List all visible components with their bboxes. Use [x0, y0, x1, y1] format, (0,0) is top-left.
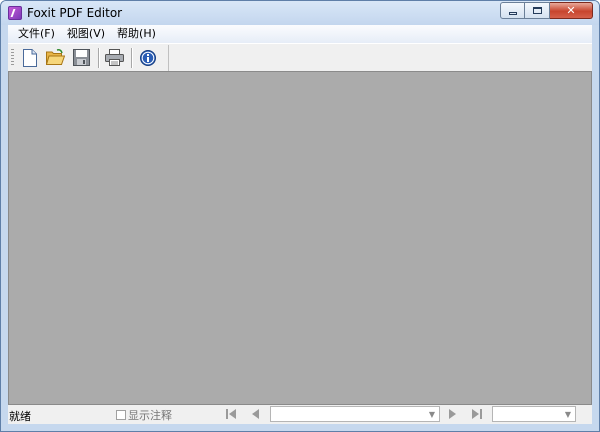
- window-title: Foxit PDF Editor: [27, 6, 123, 20]
- document-view-area[interactable]: [8, 71, 592, 405]
- client-area: 文件(F) 视图(V) 帮助(H) 就绪 显示注释 ▼ ▼: [8, 25, 592, 424]
- next-page-icon: [449, 409, 456, 419]
- last-page-icon: [472, 409, 482, 419]
- foxit-app-icon[interactable]: [8, 6, 22, 20]
- menu-file[interactable]: 文件(F): [12, 25, 61, 43]
- first-page-icon: [226, 409, 236, 419]
- about-button[interactable]: [136, 47, 159, 69]
- last-page-button[interactable]: [470, 407, 484, 421]
- next-page-button[interactable]: [446, 407, 460, 421]
- print-icon: [105, 49, 124, 66]
- show-annotations-checkbox[interactable]: [116, 410, 126, 420]
- status-ready-text: 就绪: [9, 410, 31, 423]
- toolbar-grip[interactable]: [11, 48, 14, 67]
- toolbar-separator: [98, 47, 100, 68]
- toolbar: [8, 43, 592, 72]
- new-document-button[interactable]: [18, 47, 41, 69]
- info-icon: [139, 49, 156, 66]
- window-controls: ✕: [500, 2, 593, 19]
- minimize-button[interactable]: [500, 2, 525, 19]
- maximize-button[interactable]: [525, 2, 550, 19]
- zoom-combo[interactable]: ▼: [492, 406, 576, 422]
- save-button[interactable]: [70, 47, 93, 69]
- menu-bar: 文件(F) 视图(V) 帮助(H): [8, 25, 592, 43]
- close-icon: ✕: [566, 4, 576, 17]
- menu-view[interactable]: 视图(V): [61, 25, 111, 43]
- minimize-icon: [508, 12, 517, 15]
- save-icon: [73, 49, 90, 66]
- status-bar: 就绪 显示注释 ▼ ▼: [8, 405, 592, 424]
- maximize-icon: [532, 7, 542, 14]
- chevron-down-icon[interactable]: ▼: [561, 407, 575, 421]
- first-page-button[interactable]: [224, 407, 238, 421]
- page-number-combo[interactable]: ▼: [270, 406, 440, 422]
- toolbar-separator: [131, 47, 133, 68]
- open-folder-icon: [46, 49, 65, 65]
- previous-page-icon: [252, 409, 259, 419]
- app-window: Foxit PDF Editor ✕ 文件(F) 视图(V) 帮助(H) 就绪 …: [0, 0, 600, 432]
- chevron-down-icon[interactable]: ▼: [425, 407, 439, 421]
- print-button[interactable]: [103, 47, 126, 69]
- new-document-icon: [22, 48, 37, 67]
- title-bar[interactable]: Foxit PDF Editor ✕: [1, 1, 599, 25]
- show-annotations-label: 显示注释: [128, 409, 172, 422]
- show-annotations-toggle[interactable]: 显示注释: [116, 407, 172, 423]
- toolbar-end-divider: [168, 44, 169, 71]
- previous-page-button[interactable]: [248, 407, 262, 421]
- open-button[interactable]: [44, 47, 67, 69]
- close-button[interactable]: ✕: [550, 2, 593, 19]
- menu-help[interactable]: 帮助(H): [111, 25, 162, 43]
